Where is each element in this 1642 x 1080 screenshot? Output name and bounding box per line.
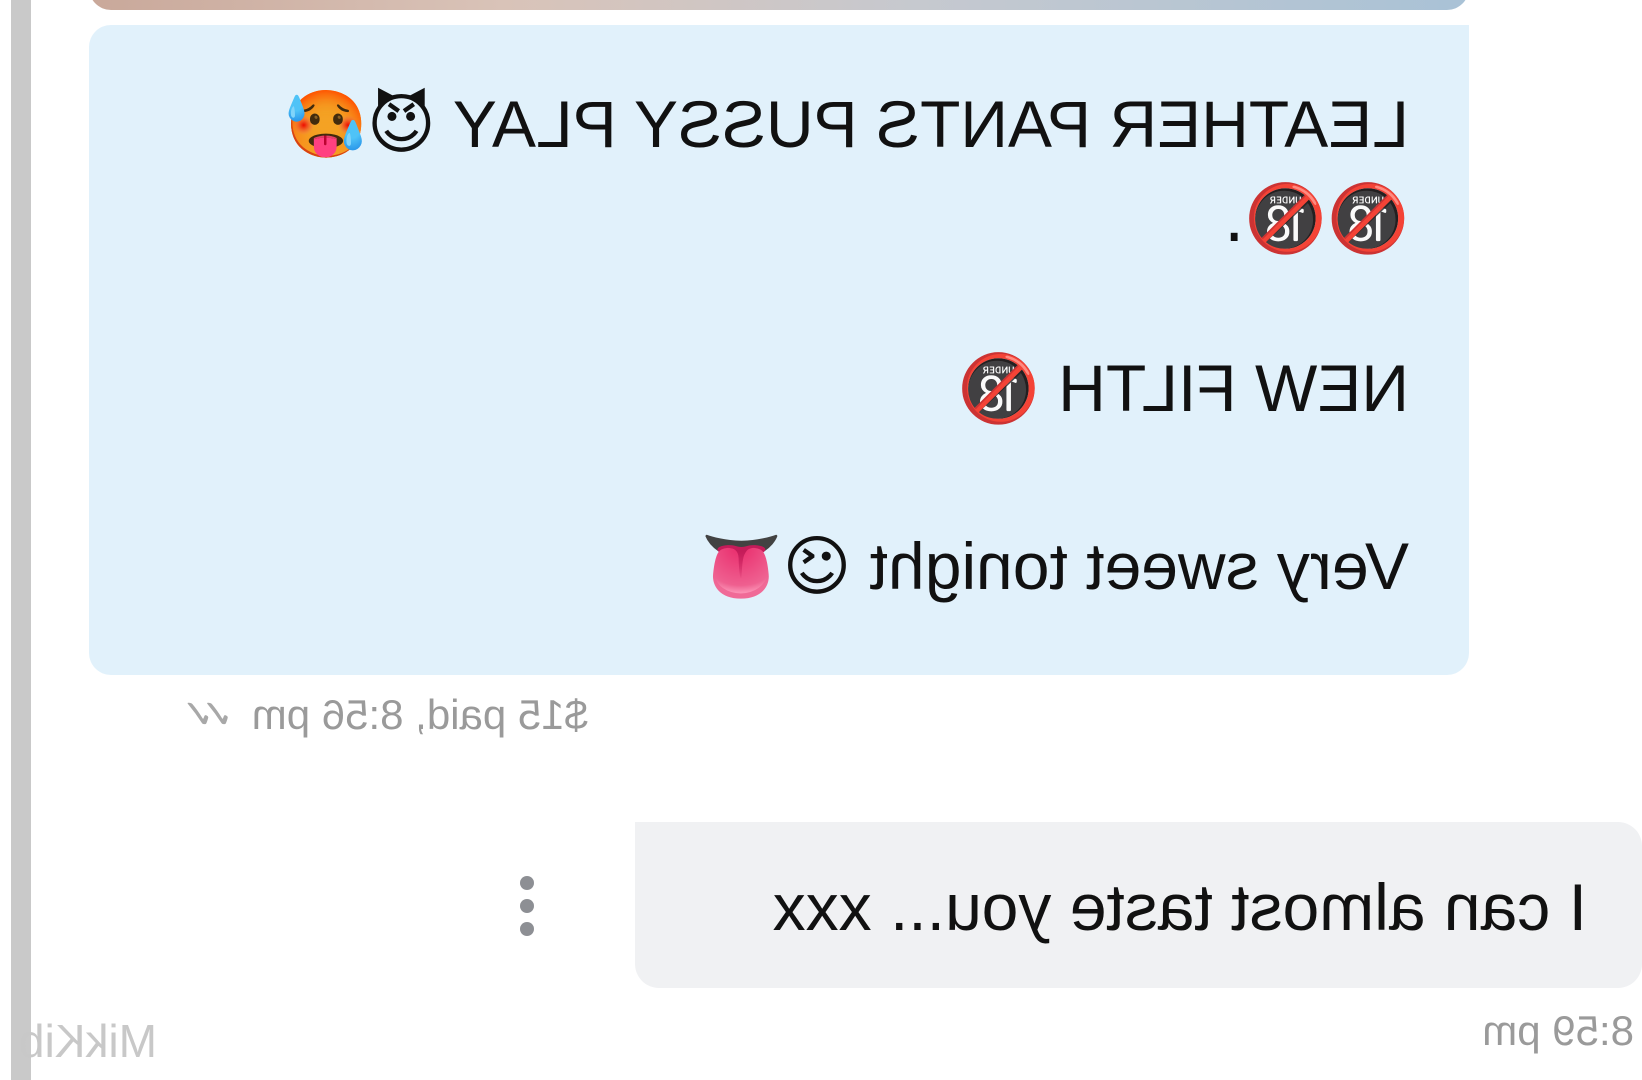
incoming-message-meta: $15 paid, 8:56 pm ✓✓ [195, 690, 588, 740]
kebab-menu-icon[interactable] [517, 876, 537, 936]
outgoing-message-bubble[interactable]: I can almost taste you... xxx [635, 822, 1642, 988]
kebab-dot [520, 876, 534, 890]
outgoing-message-text: I can almost taste you... xxx [772, 870, 1587, 944]
double-check-icon: ✓✓ [194, 692, 234, 738]
message-line-1-text: LEATHER PANTS PUSSY PLAY [454, 87, 1409, 161]
message-line-3: NEW FILTH 🔞 [958, 350, 1409, 427]
message-line-1: LEATHER PANTS PUSSY PLAY 😈🥵 [285, 86, 1409, 163]
mirrored-view: LEATHER PANTS PUSSY PLAY 😈🥵 🔞🔞. NEW FILT… [0, 0, 1642, 1080]
message-line-4-text: Very sweet tonight [869, 529, 1409, 603]
outgoing-message-time: 8:59 pm [1482, 1007, 1634, 1054]
no-under-18-emoji-icon: 🔞 [957, 350, 1040, 427]
chat-screen: LEATHER PANTS PUSSY PLAY 😈🥵 🔞🔞. NEW FILT… [0, 0, 1642, 1080]
scrollbar[interactable] [11, 0, 31, 1080]
kebab-dot [520, 922, 534, 936]
watermark-text: MikKib [18, 1015, 157, 1067]
no-under-18-emoji-icon: 🔞🔞. [1223, 180, 1409, 257]
incoming-message-bubble[interactable]: LEATHER PANTS PUSSY PLAY 😈🥵 🔞🔞. NEW FILT… [89, 25, 1469, 675]
message-line-4: Very sweet tonight 😉👅 [700, 528, 1409, 605]
message-line-2: 🔞🔞. [1224, 180, 1409, 257]
wink-and-tongue-emoji-icon: 😉👅 [700, 528, 852, 605]
message-line-3-text: NEW FILTH [1058, 351, 1409, 425]
kebab-dot [520, 899, 534, 913]
media-preview-edge[interactable] [89, 0, 1469, 10]
payment-and-time-label: $15 paid, 8:56 pm [251, 691, 588, 738]
devil-and-hot-face-emoji-icon: 😈🥵 [284, 86, 436, 163]
